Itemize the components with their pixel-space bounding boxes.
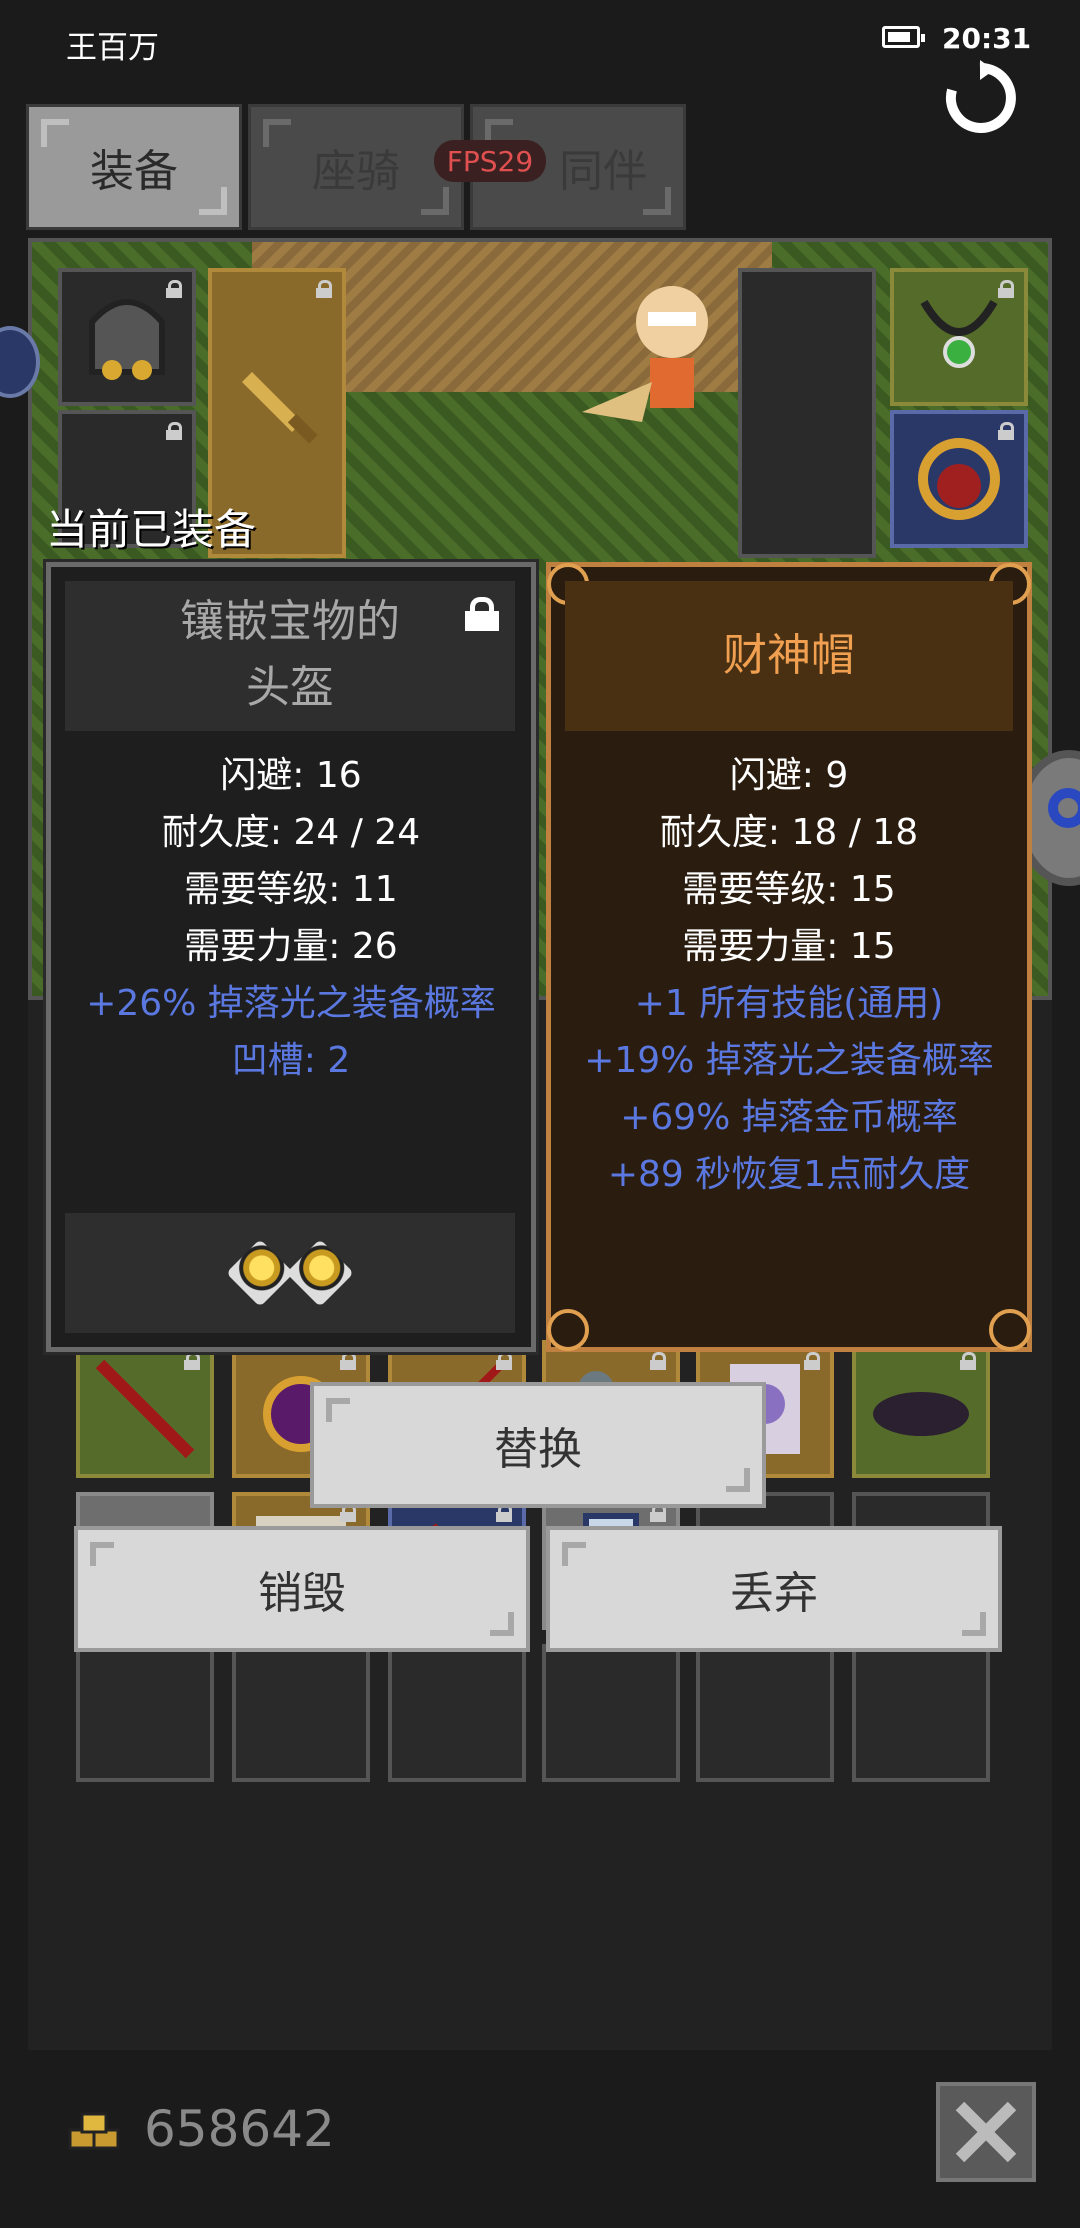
user-name: 王百万 [66, 30, 159, 66]
bonus-line: +69% 掉落金币概率 [620, 1097, 958, 1138]
ring-slot[interactable] [890, 410, 1028, 548]
current-item-card: 镶嵌宝物的 头盔 闪避: 16 耐久度: 24 / 24 需要等级: 11 需要… [43, 559, 539, 1355]
bonus-line: +89 秒恢复1点耐久度 [607, 1154, 971, 1195]
replace-button[interactable]: 替换 [310, 1382, 766, 1508]
tab-equipment-label: 装备 [90, 146, 178, 197]
gem-icon [226, 1239, 294, 1307]
stat-line: 耐久度: 24 / 24 [161, 812, 421, 853]
stat-line: 需要力量: 26 [184, 926, 398, 967]
destroy-label: 销毁 [258, 1568, 346, 1619]
close-button[interactable] [936, 2082, 1036, 2182]
fps-counter: FPS29 [434, 140, 546, 182]
current-item-header: 镶嵌宝物的 头盔 [65, 581, 515, 731]
inventory-slot[interactable] [852, 1340, 990, 1478]
helmet-slot[interactable] [58, 268, 196, 406]
stat-line: 闪避: 16 [220, 755, 362, 796]
stat-line: 耐久度: 18 / 18 [659, 812, 919, 853]
tab-companion-label: 同伴 [559, 146, 647, 197]
bonus-line: +1 所有技能(通用) [634, 983, 944, 1024]
tab-equipment[interactable]: 装备 [26, 104, 242, 230]
lock-icon[interactable] [465, 597, 499, 631]
current-item-title: 镶嵌宝物的 [180, 596, 400, 647]
offhand-slot[interactable] [738, 268, 876, 558]
current-item-title-line2: 头盔 [246, 662, 334, 713]
inventory-slot[interactable] [76, 1340, 214, 1478]
inventory-slot[interactable] [542, 1644, 680, 1782]
discard-button[interactable]: 丢弃 [546, 1526, 1002, 1652]
discard-label: 丢弃 [730, 1568, 818, 1619]
stat-line: 需要等级: 15 [682, 869, 896, 910]
equipped-label: 当前已装备 [46, 505, 257, 554]
stat-line: 需要力量: 15 [682, 926, 896, 967]
gold-amount: 658642 [144, 2100, 335, 2158]
character-sprite [582, 286, 708, 422]
tab-mount-label: 座骑 [312, 146, 400, 197]
close-icon [955, 2101, 1017, 2163]
refresh-icon[interactable] [942, 60, 1018, 136]
inventory-slot[interactable] [696, 1644, 834, 1782]
gold-icon [68, 2112, 120, 2150]
clock: 20:31 [942, 22, 1032, 55]
new-item-title: 财神帽 [723, 630, 855, 681]
inventory-slot[interactable] [388, 1644, 526, 1782]
replace-label: 替换 [494, 1424, 582, 1475]
tab-mount[interactable]: 座骑 [248, 104, 464, 230]
new-item-header: 财神帽 [565, 581, 1013, 731]
inventory-slot[interactable] [852, 1644, 990, 1782]
inventory-slot[interactable] [232, 1644, 370, 1782]
bonus-line: +19% 掉落光之装备概率 [584, 1040, 994, 1081]
current-item-stats: 闪避: 16 耐久度: 24 / 24 需要等级: 11 需要力量: 26 +2… [51, 747, 531, 1089]
destroy-button[interactable]: 销毁 [74, 1526, 530, 1652]
new-item-stats: 闪避: 9 耐久度: 18 / 18 需要等级: 15 需要力量: 15 +1 … [551, 747, 1027, 1203]
inventory-slot[interactable] [76, 1644, 214, 1782]
amulet-slot[interactable] [890, 268, 1028, 406]
gem-sockets [65, 1213, 515, 1333]
ornament-icon [989, 1309, 1031, 1351]
stat-line: 闪避: 9 [729, 755, 849, 796]
gem-icon [286, 1239, 354, 1307]
bonus-line: 凹槽: 2 [231, 1040, 351, 1081]
new-item-card: 财神帽 闪避: 9 耐久度: 18 / 18 需要等级: 15 需要力量: 15… [546, 562, 1032, 1352]
battery-icon [882, 26, 925, 48]
stat-line: 需要等级: 11 [184, 869, 398, 910]
ornament-icon [547, 1309, 589, 1351]
bonus-line: +26% 掉落光之装备概率 [86, 983, 496, 1024]
